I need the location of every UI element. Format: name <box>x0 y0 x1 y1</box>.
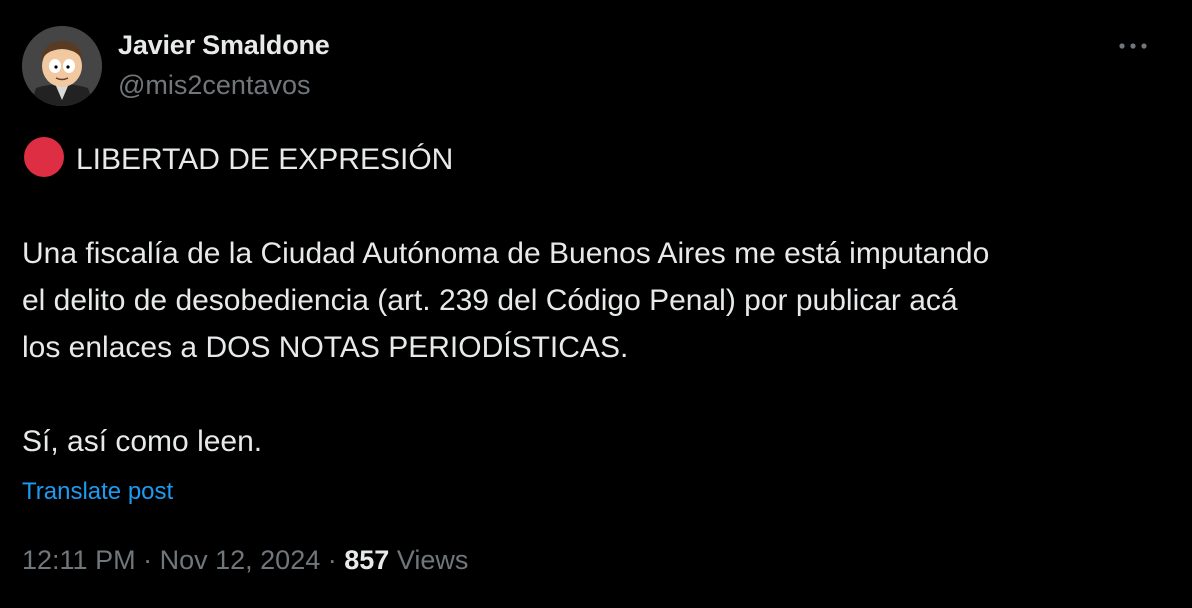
post-time[interactable]: 12:11 PM <box>22 545 136 575</box>
more-options-icon <box>1119 43 1147 49</box>
post-heading-line: LIBERTAD DE EXPRESIÓN <box>22 136 1172 183</box>
author-name[interactable]: Javier Smaldone <box>118 30 330 61</box>
post-meta: 12:11 PM · Nov 12, 2024 · 857 Views <box>22 545 468 576</box>
post-date[interactable]: Nov 12, 2024 <box>160 545 321 575</box>
post-paragraph-line: los enlaces a DOS NOTAS PERIODÍSTICAS. <box>22 331 629 364</box>
author-handle[interactable]: @mis2centavos <box>118 70 310 101</box>
post-text: LIBERTAD DE EXPRESIÓN Una fiscalía de la… <box>22 136 1172 465</box>
post-closing-line: Sí, así como leen. <box>22 425 263 458</box>
red-circle-icon <box>24 137 64 177</box>
meta-separator: · <box>143 545 153 575</box>
post-card: Javier Smaldone @mis2centavos LIBERTAD D… <box>0 0 1192 608</box>
author-avatar[interactable] <box>22 26 102 106</box>
meta-separator: · <box>327 545 337 575</box>
more-options-button[interactable] <box>1110 28 1156 64</box>
views-count: 857 <box>344 545 390 575</box>
post-paragraph-line: Una fiscalía de la Ciudad Autónoma de Bu… <box>22 237 990 270</box>
translate-post-link[interactable]: Translate post <box>22 478 173 506</box>
cartoon-avatar-icon <box>22 26 102 106</box>
post-heading: LIBERTAD DE EXPRESIÓN <box>76 143 454 176</box>
views-label: Views <box>396 545 469 575</box>
post-paragraph-line: el delito de desobediencia (art. 239 del… <box>22 284 958 317</box>
